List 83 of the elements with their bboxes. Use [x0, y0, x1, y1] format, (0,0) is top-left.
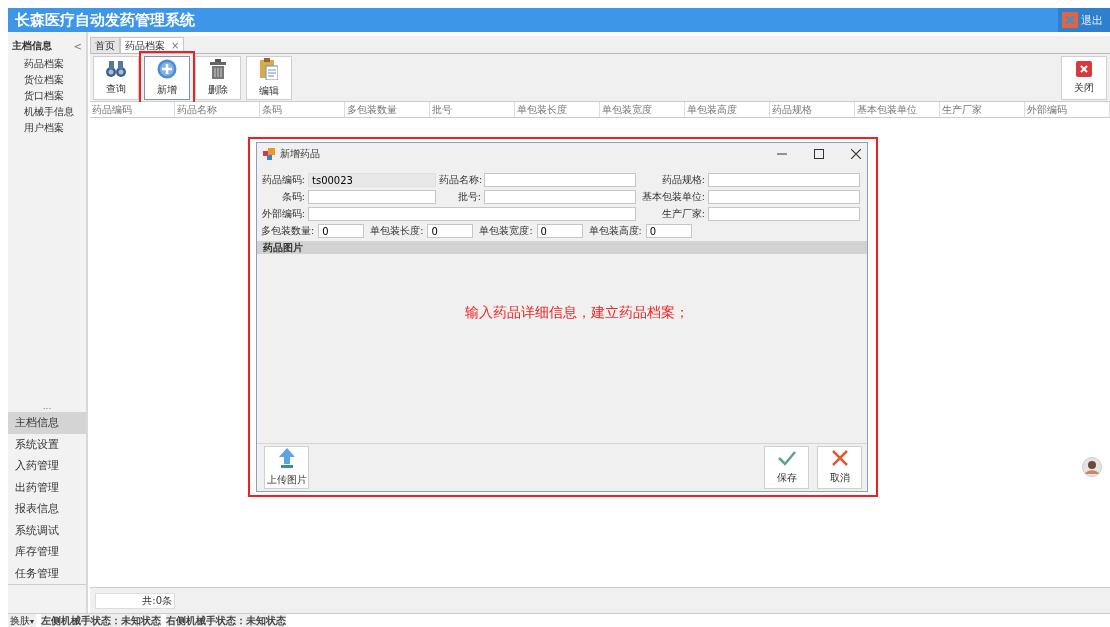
- search-button[interactable]: 查询: [93, 55, 139, 100]
- field-label: 批号:: [456, 190, 481, 204]
- dialog-title: 新增药品: [280, 147, 320, 161]
- nav-item[interactable]: 任务管理: [8, 562, 86, 584]
- status-text: 左侧机械手状态：未知状态: [41, 614, 161, 627]
- column-header[interactable]: 单包装长度: [515, 102, 600, 117]
- field-label: 单包装宽度:: [479, 224, 533, 238]
- sidebar-item[interactable]: 机械手信息: [8, 104, 86, 120]
- input-field[interactable]: ts00023: [308, 173, 436, 187]
- field-label: 单包装长度:: [370, 224, 424, 238]
- cancel-button[interactable]: 取消: [817, 446, 862, 489]
- binoculars-icon: [105, 59, 127, 78]
- sidebar-item[interactable]: 药品档案: [8, 56, 86, 72]
- maximize-icon[interactable]: [814, 149, 824, 159]
- exit-button[interactable]: 退出: [1058, 8, 1110, 32]
- edit-button[interactable]: 编辑: [246, 55, 292, 100]
- tab[interactable]: 药品档案 ×: [120, 37, 185, 53]
- nav-item[interactable]: 报表信息: [8, 498, 86, 520]
- field-label: 多包装数量:: [261, 224, 315, 238]
- field-label: 外部编码:: [260, 207, 305, 221]
- close-icon: [1076, 60, 1092, 77]
- sidebar-item[interactable]: 货位档案: [8, 72, 86, 88]
- close-icon: [1062, 12, 1078, 28]
- input-field[interactable]: [708, 190, 860, 204]
- close-icon[interactable]: [851, 149, 861, 159]
- upload-arrow-icon: [278, 448, 295, 468]
- tab[interactable]: 首页: [90, 37, 120, 53]
- check-icon: [777, 450, 796, 466]
- input-field[interactable]: [308, 190, 436, 204]
- collapse-button[interactable]: <: [73, 40, 82, 52]
- column-header[interactable]: 生产厂家: [940, 102, 1025, 117]
- input-field[interactable]: 0: [318, 224, 365, 238]
- input-field[interactable]: [708, 173, 860, 187]
- app-icon: [263, 148, 275, 160]
- x-icon: [831, 450, 848, 466]
- field-label: 药品规格:: [660, 173, 705, 187]
- skin-menu[interactable]: 换肤▾: [8, 614, 36, 627]
- nav-item[interactable]: 主档信息: [8, 412, 86, 434]
- column-header[interactable]: 单包装宽度: [600, 102, 685, 117]
- column-header[interactable]: 外部编码: [1025, 102, 1110, 117]
- upload-button[interactable]: 上传图片: [264, 446, 309, 489]
- input-field[interactable]: 0: [645, 224, 692, 238]
- field-label: 条码:: [280, 190, 305, 204]
- input-field[interactable]: [484, 173, 636, 187]
- field-label: 药品名称:: [439, 173, 481, 187]
- nav-item[interactable]: 入药管理: [8, 455, 86, 477]
- column-header[interactable]: 条码: [260, 102, 345, 117]
- field-label: 药品编码:: [260, 173, 305, 187]
- input-field[interactable]: [484, 190, 636, 204]
- column-header[interactable]: 批号: [430, 102, 515, 117]
- section-header: 药品图片: [257, 241, 867, 254]
- nav-item[interactable]: 库存管理: [8, 541, 86, 563]
- input-field[interactable]: 0: [427, 224, 474, 238]
- column-header[interactable]: 单包装高度: [685, 102, 770, 117]
- column-header[interactable]: 药品名称: [175, 102, 260, 117]
- sidebar-header: 主档信息: [12, 39, 53, 53]
- trash-icon: [210, 58, 226, 79]
- save-button[interactable]: 保存: [764, 446, 809, 489]
- input-field[interactable]: [708, 207, 860, 221]
- nav-item[interactable]: 出药管理: [8, 476, 86, 498]
- column-header[interactable]: 多包装数量: [345, 102, 430, 117]
- field-label: 生产厂家:: [660, 207, 705, 221]
- close-button[interactable]: 关闭: [1061, 55, 1107, 100]
- annotation-text: 输入药品详细信息，建立药品档案；: [465, 304, 689, 322]
- field-label: 基本包装单位:: [640, 190, 705, 204]
- app-title: 长森医疗自动发药管理系统: [14, 10, 196, 30]
- clipboard-icon: [260, 57, 278, 80]
- nav-item[interactable]: 系统调试: [8, 519, 86, 541]
- input-field[interactable]: [308, 207, 636, 221]
- status-text: 右侧机械手状态：未知状态: [166, 614, 286, 627]
- column-header[interactable]: 药品编码: [90, 102, 175, 117]
- delete-button[interactable]: 删除: [195, 55, 241, 100]
- avatar-icon[interactable]: [1082, 457, 1102, 477]
- nav-item[interactable]: 系统设置: [8, 433, 86, 455]
- sidebar-item[interactable]: 货口档案: [8, 88, 86, 104]
- column-header[interactable]: 基本包装单位: [855, 102, 940, 117]
- sidebar-item[interactable]: 用户档案: [8, 120, 86, 136]
- more-dots: ...: [41, 403, 53, 412]
- input-field[interactable]: 0: [536, 224, 583, 238]
- field-label: 单包装高度:: [588, 224, 642, 238]
- column-header[interactable]: 药品规格: [770, 102, 855, 117]
- record-count: 共:0条: [95, 592, 175, 609]
- plus-icon: [157, 58, 177, 79]
